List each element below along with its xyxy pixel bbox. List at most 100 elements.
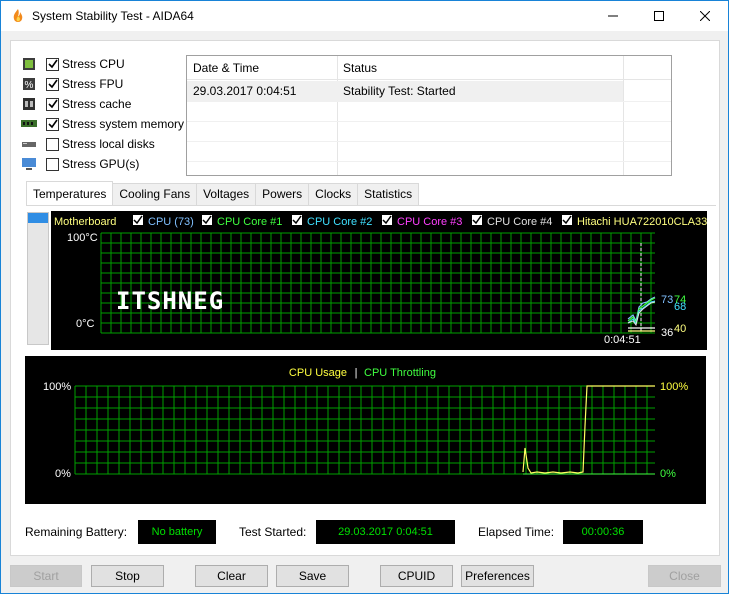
stress-gpu-label: Stress GPU(s) (62, 157, 140, 171)
legend-checkbox-core4[interactable] (472, 215, 482, 225)
watermark: ITSHNEG (116, 287, 224, 315)
clear-button[interactable]: Clear (195, 565, 268, 587)
event-log-table[interactable]: Date & Time Status 29.03.2017 0:04:51 St… (186, 55, 672, 176)
close-icon (700, 11, 710, 21)
cpu-chip-icon (23, 58, 35, 70)
stress-cache-label: Stress cache (62, 97, 132, 111)
column-divider (623, 56, 624, 175)
cpu-usage-chart: CPU Usage | CPU Throttling 100% 0% 100% … (25, 356, 706, 504)
log-row[interactable]: 29.03.2017 0:04:51 Stability Test: Start… (187, 81, 623, 101)
cpu-usage-chart-svg: CPU Usage | CPU Throttling 100% 0% 100% … (43, 367, 688, 480)
temperature-chart: Motherboard CPU (73) CPU Core #1 CPU Cor… (51, 211, 707, 350)
maximize-icon (654, 11, 664, 21)
aida64-flame-icon (13, 9, 23, 22)
minimize-button[interactable] (590, 1, 636, 31)
stress-gpu-option[interactable]: Stress GPU(s) (21, 155, 139, 173)
legend-cpu-core-4: CPU Core #4 (487, 216, 552, 228)
preferences-button[interactable]: Preferences (461, 565, 534, 587)
temp-axis-bottom-label: 0°C (76, 318, 95, 330)
monitor-gpu-icon (22, 158, 36, 170)
sensor-list-scrollbar[interactable] (27, 212, 49, 345)
row-divider (187, 141, 671, 142)
legend-cpu-core-3: CPU Core #3 (397, 216, 462, 228)
cpu-throttling-title: CPU Throttling (364, 367, 436, 379)
stress-fpu-checkbox[interactable] (46, 77, 59, 91)
time-marker-label: 0:04:51 (604, 334, 641, 346)
battery-label: Remaining Battery: (25, 525, 128, 539)
stress-memory-option[interactable]: Stress system memory (21, 115, 184, 133)
memory-module-icon (21, 120, 37, 127)
tab-statistics[interactable]: Statistics (357, 183, 420, 205)
close-button[interactable]: Close (648, 565, 721, 587)
usage-right-top-label: 100% (660, 381, 688, 393)
legend-checkbox-hdd[interactable] (562, 215, 572, 225)
checkmark-icon (47, 119, 58, 129)
column-header-datetime[interactable]: Date & Time (187, 56, 337, 80)
tab-clocks[interactable]: Clocks (308, 183, 359, 205)
status-row: Remaining Battery: No battery Test Start… (11, 520, 721, 544)
column-header-status[interactable]: Status (337, 56, 623, 80)
tab-cooling-fans[interactable]: Cooling Fans (112, 183, 198, 205)
minimize-icon (608, 15, 618, 17)
stress-cache-option[interactable]: Stress cache (21, 95, 131, 113)
usage-left-top-label: 100% (43, 381, 71, 393)
stress-memory-checkbox[interactable] (46, 117, 59, 131)
svg-text:%: % (25, 80, 34, 91)
checkmark-icon (47, 79, 58, 89)
legend-checkbox-core2[interactable] (292, 215, 302, 225)
legend-cpu: CPU (73) (148, 216, 194, 228)
log-header: Date & Time Status (187, 56, 671, 80)
legend-checkbox-core1[interactable] (202, 215, 212, 225)
start-button[interactable]: Start (10, 565, 82, 587)
checkmark-icon (47, 99, 58, 109)
cpu-usage-title: CPU Usage (289, 367, 347, 379)
stress-cache-checkbox[interactable] (46, 97, 59, 111)
disk-drive-icon (22, 142, 36, 147)
legend-cpu-core-2: CPU Core #2 (307, 216, 372, 228)
stress-cpu-label: Stress CPU (62, 57, 125, 71)
value-label-core2: 68 (674, 301, 686, 313)
stress-fpu-option[interactable]: % Stress FPU (21, 75, 123, 93)
usage-right-bottom-label: 0% (660, 468, 676, 480)
stress-cpu-option[interactable]: Stress CPU (21, 55, 125, 73)
stress-memory-label: Stress system memory (62, 117, 185, 131)
tab-powers[interactable]: Powers (255, 183, 310, 205)
cpuid-button[interactable]: CPUID (380, 565, 453, 587)
stress-fpu-label: Stress FPU (62, 77, 124, 91)
tab-temperatures[interactable]: Temperatures (26, 181, 114, 205)
stress-cpu-checkbox[interactable] (46, 57, 59, 71)
legend-hitachi-hdd: Hitachi HUA722010CLA33 (577, 216, 707, 228)
legend-checkbox-cpu[interactable] (133, 215, 143, 225)
elapsed-time-value: 00:00:36 (563, 520, 643, 544)
main-panel: Stress CPU % Stress FPU Stress cache Str… (10, 40, 720, 556)
fpu-percent-icon: % (23, 78, 35, 91)
legend-checkbox-core3[interactable] (382, 215, 392, 225)
temperature-chart-svg: Motherboard CPU (73) CPU Core #1 CPU Cor… (54, 215, 707, 346)
usage-left-bottom-label: 0% (55, 468, 71, 480)
stress-disks-option[interactable]: Stress local disks (21, 135, 155, 153)
value-label-hdd: 36 (661, 327, 673, 339)
save-button[interactable]: Save (276, 565, 349, 587)
row-divider (187, 101, 671, 102)
battery-value: No battery (138, 520, 216, 544)
column-divider (337, 56, 338, 175)
scroll-thumb[interactable] (28, 213, 48, 223)
elapsed-time-label: Elapsed Time: (478, 525, 555, 539)
title-separator: | (355, 367, 358, 379)
stress-disks-checkbox[interactable] (46, 137, 59, 151)
row-divider (187, 121, 671, 122)
maximize-button[interactable] (636, 1, 682, 31)
log-row-time: 29.03.2017 0:04:51 (193, 84, 297, 98)
tab-strip: Temperatures Cooling Fans Voltages Power… (26, 181, 420, 205)
tab-voltages[interactable]: Voltages (196, 183, 257, 205)
close-window-button[interactable] (682, 1, 728, 31)
value-label-cpu: 73 (661, 294, 673, 306)
title-bar[interactable]: System Stability Test - AIDA64 (1, 1, 728, 31)
temp-axis-top-label: 100°C (67, 232, 98, 244)
test-started-value: 29.03.2017 0:04:51 (316, 520, 455, 544)
stress-gpu-checkbox[interactable] (46, 157, 59, 171)
stop-button[interactable]: Stop (91, 565, 164, 587)
legend-cpu-core-1: CPU Core #1 (217, 216, 282, 228)
legend-motherboard: Motherboard (54, 216, 116, 228)
stress-disks-label: Stress local disks (62, 137, 155, 151)
